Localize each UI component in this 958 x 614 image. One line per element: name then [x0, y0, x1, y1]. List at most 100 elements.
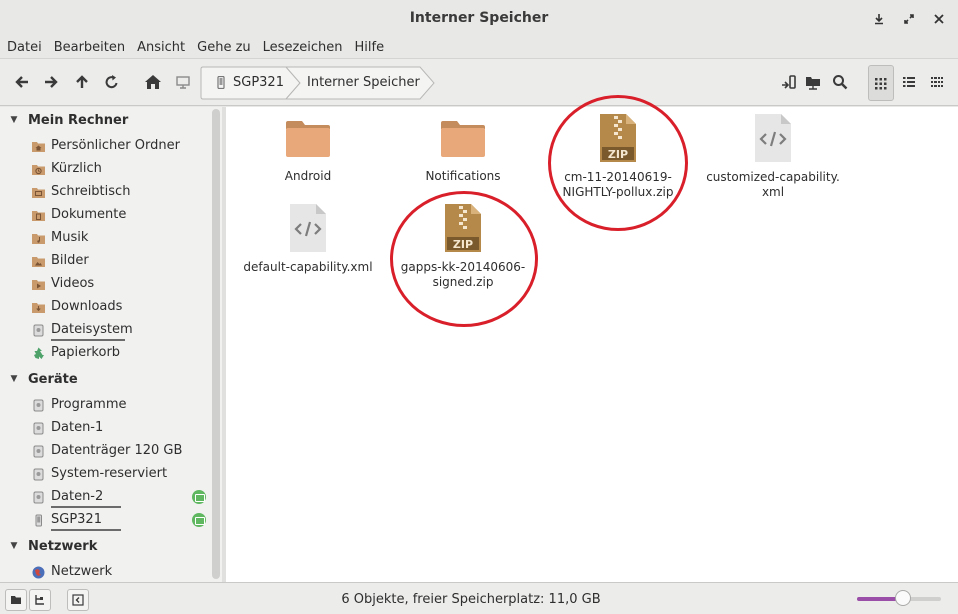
sidebar-section-netzwerk[interactable]: ▼ Netzwerk	[0, 535, 98, 557]
close-icon	[934, 14, 944, 24]
up-button[interactable]	[69, 69, 95, 95]
search-icon	[833, 75, 848, 90]
drive-icon	[33, 422, 44, 435]
sidebar-item-dateisystem[interactable]: Dateisystem	[0, 319, 210, 341]
home-button[interactable]	[140, 69, 166, 95]
open-terminal-button[interactable]	[776, 69, 802, 95]
maximize-button[interactable]	[898, 8, 920, 30]
sidebar-section-geraete[interactable]: ▼ Geräte	[0, 368, 78, 390]
menu-lesezeichen[interactable]: Lesezeichen	[263, 40, 349, 55]
xml-file-icon	[755, 114, 791, 162]
list-view-button[interactable]	[896, 69, 922, 95]
music-folder-icon	[32, 234, 45, 244]
network-drive-button[interactable]	[800, 69, 826, 95]
zoom-slider-handle[interactable]	[895, 590, 911, 606]
back-button[interactable]	[9, 69, 35, 95]
maximize-icon	[904, 14, 914, 24]
menu-gehe-zu[interactable]: Gehe zu	[197, 40, 257, 55]
phone-icon	[35, 514, 42, 527]
sidebar-item-netzwerk[interactable]: Netzwerk	[0, 561, 210, 582]
menu-hilfe[interactable]: Hilfe	[355, 40, 391, 55]
usage-bar	[51, 529, 121, 531]
status-text: 6 Objekte, freier Speicherplatz: 11,0 GB	[341, 592, 601, 607]
arrow-up-icon	[76, 75, 88, 88]
breadcrumb: SGP321 Interner Speicher	[200, 66, 436, 100]
arrow-right-icon	[45, 76, 58, 88]
sidebar-item-musik[interactable]: Musik	[0, 227, 210, 249]
sidebar-item-system-reserviert[interactable]: System-reserviert	[0, 463, 210, 485]
search-button[interactable]	[827, 69, 853, 95]
drive-icon	[33, 491, 44, 504]
drive-icon	[33, 324, 44, 337]
sidebar-item-schreibtisch[interactable]: Schreibtisch	[0, 181, 210, 203]
documents-folder-icon	[32, 211, 45, 221]
device-connect-icon	[782, 75, 796, 89]
sidebar-item-programme[interactable]: Programme	[0, 394, 210, 416]
menu-datei[interactable]: Datei	[7, 40, 48, 55]
collapse-triangle-icon: ▼	[10, 374, 18, 384]
file-view: Android Notifications ZIP cm-11-20140619…	[226, 95, 958, 582]
breadcrumb-device[interactable]: SGP321	[233, 75, 284, 90]
reload-button[interactable]	[99, 69, 125, 95]
file-item-notifications[interactable]: Notifications	[388, 116, 538, 196]
folder-icon	[441, 121, 485, 157]
desktop-folder-icon	[32, 188, 45, 198]
sidebar: ▼ Mein Rechner Persönlicher Ordner Kürzl…	[0, 107, 222, 582]
sidebar-scrollbar[interactable]	[212, 109, 220, 579]
minimize-icon	[875, 14, 883, 25]
menu-ansicht[interactable]: Ansicht	[137, 40, 191, 55]
toolbar: SGP321 Interner Speicher	[0, 58, 958, 106]
sidebar-item-videos[interactable]: Videos	[0, 273, 210, 295]
collapse-triangle-icon: ▼	[10, 541, 18, 551]
home-folder-icon	[32, 142, 45, 152]
sidebar-item-bilder[interactable]: Bilder	[0, 250, 210, 272]
sidebar-item-kuerzlich[interactable]: Kürzlich	[0, 158, 210, 180]
drive-icon	[33, 445, 44, 458]
sidebar-item-papierkorb[interactable]: Papierkorb	[0, 342, 210, 364]
status-bar: 6 Objekte, freier Speicherplatz: 11,0 GB	[0, 582, 958, 614]
usage-bar	[51, 506, 121, 508]
reload-icon	[105, 75, 118, 89]
downloads-folder-icon	[32, 303, 45, 313]
sidebar-item-persoenlicher-ordner[interactable]: Persönlicher Ordner	[0, 135, 210, 157]
compact-list-icon	[931, 77, 943, 87]
forward-button[interactable]	[38, 69, 64, 95]
sidebar-item-dokumente[interactable]: Dokumente	[0, 204, 210, 226]
eject-icon[interactable]	[192, 513, 206, 527]
computer-button[interactable]	[170, 69, 196, 95]
list-icon	[903, 77, 915, 87]
breadcrumb-current[interactable]: Interner Speicher	[307, 75, 420, 90]
menu-bar: Datei Bearbeiten Ansicht Gehe zu Lesezei…	[0, 36, 958, 58]
file-item-android[interactable]: Android	[233, 116, 383, 196]
xml-file-icon	[290, 204, 326, 252]
sidebar-item-daten-2[interactable]: Daten-2	[0, 486, 210, 508]
close-button[interactable]	[928, 8, 950, 30]
arrow-left-icon	[15, 76, 28, 88]
annotation-circle	[548, 95, 688, 231]
sidebar-item-datentraeger-120gb[interactable]: Datenträger 120 GB	[0, 440, 210, 462]
folder-icon	[286, 121, 330, 157]
title-bar: Interner Speicher	[0, 0, 958, 36]
file-item-customized-capability[interactable]: customized-capability. xml	[698, 114, 848, 204]
file-item-default-capability[interactable]: default-capability.xml	[233, 204, 383, 284]
pictures-folder-icon	[32, 257, 45, 267]
icon-view-button[interactable]	[868, 65, 894, 101]
trash-icon	[34, 347, 44, 359]
grid-icon	[875, 78, 887, 90]
videos-folder-icon	[32, 280, 45, 290]
eject-icon[interactable]	[192, 490, 206, 504]
collapse-triangle-icon: ▼	[10, 115, 18, 125]
usage-bar	[51, 339, 125, 341]
sidebar-item-sgp321[interactable]: SGP321	[0, 509, 210, 531]
sidebar-item-downloads[interactable]: Downloads	[0, 296, 210, 318]
menu-bearbeiten[interactable]: Bearbeiten	[54, 40, 131, 55]
drive-icon	[33, 468, 44, 481]
window-controls	[868, 8, 950, 30]
sidebar-section-mein-rechner[interactable]: ▼ Mein Rechner	[0, 109, 129, 131]
drive-icon	[33, 399, 44, 412]
sidebar-item-daten-1[interactable]: Daten-1	[0, 417, 210, 439]
home-icon	[145, 75, 161, 89]
minimize-button[interactable]	[868, 8, 890, 30]
compact-view-button[interactable]	[924, 69, 950, 95]
network-icon	[32, 566, 45, 579]
